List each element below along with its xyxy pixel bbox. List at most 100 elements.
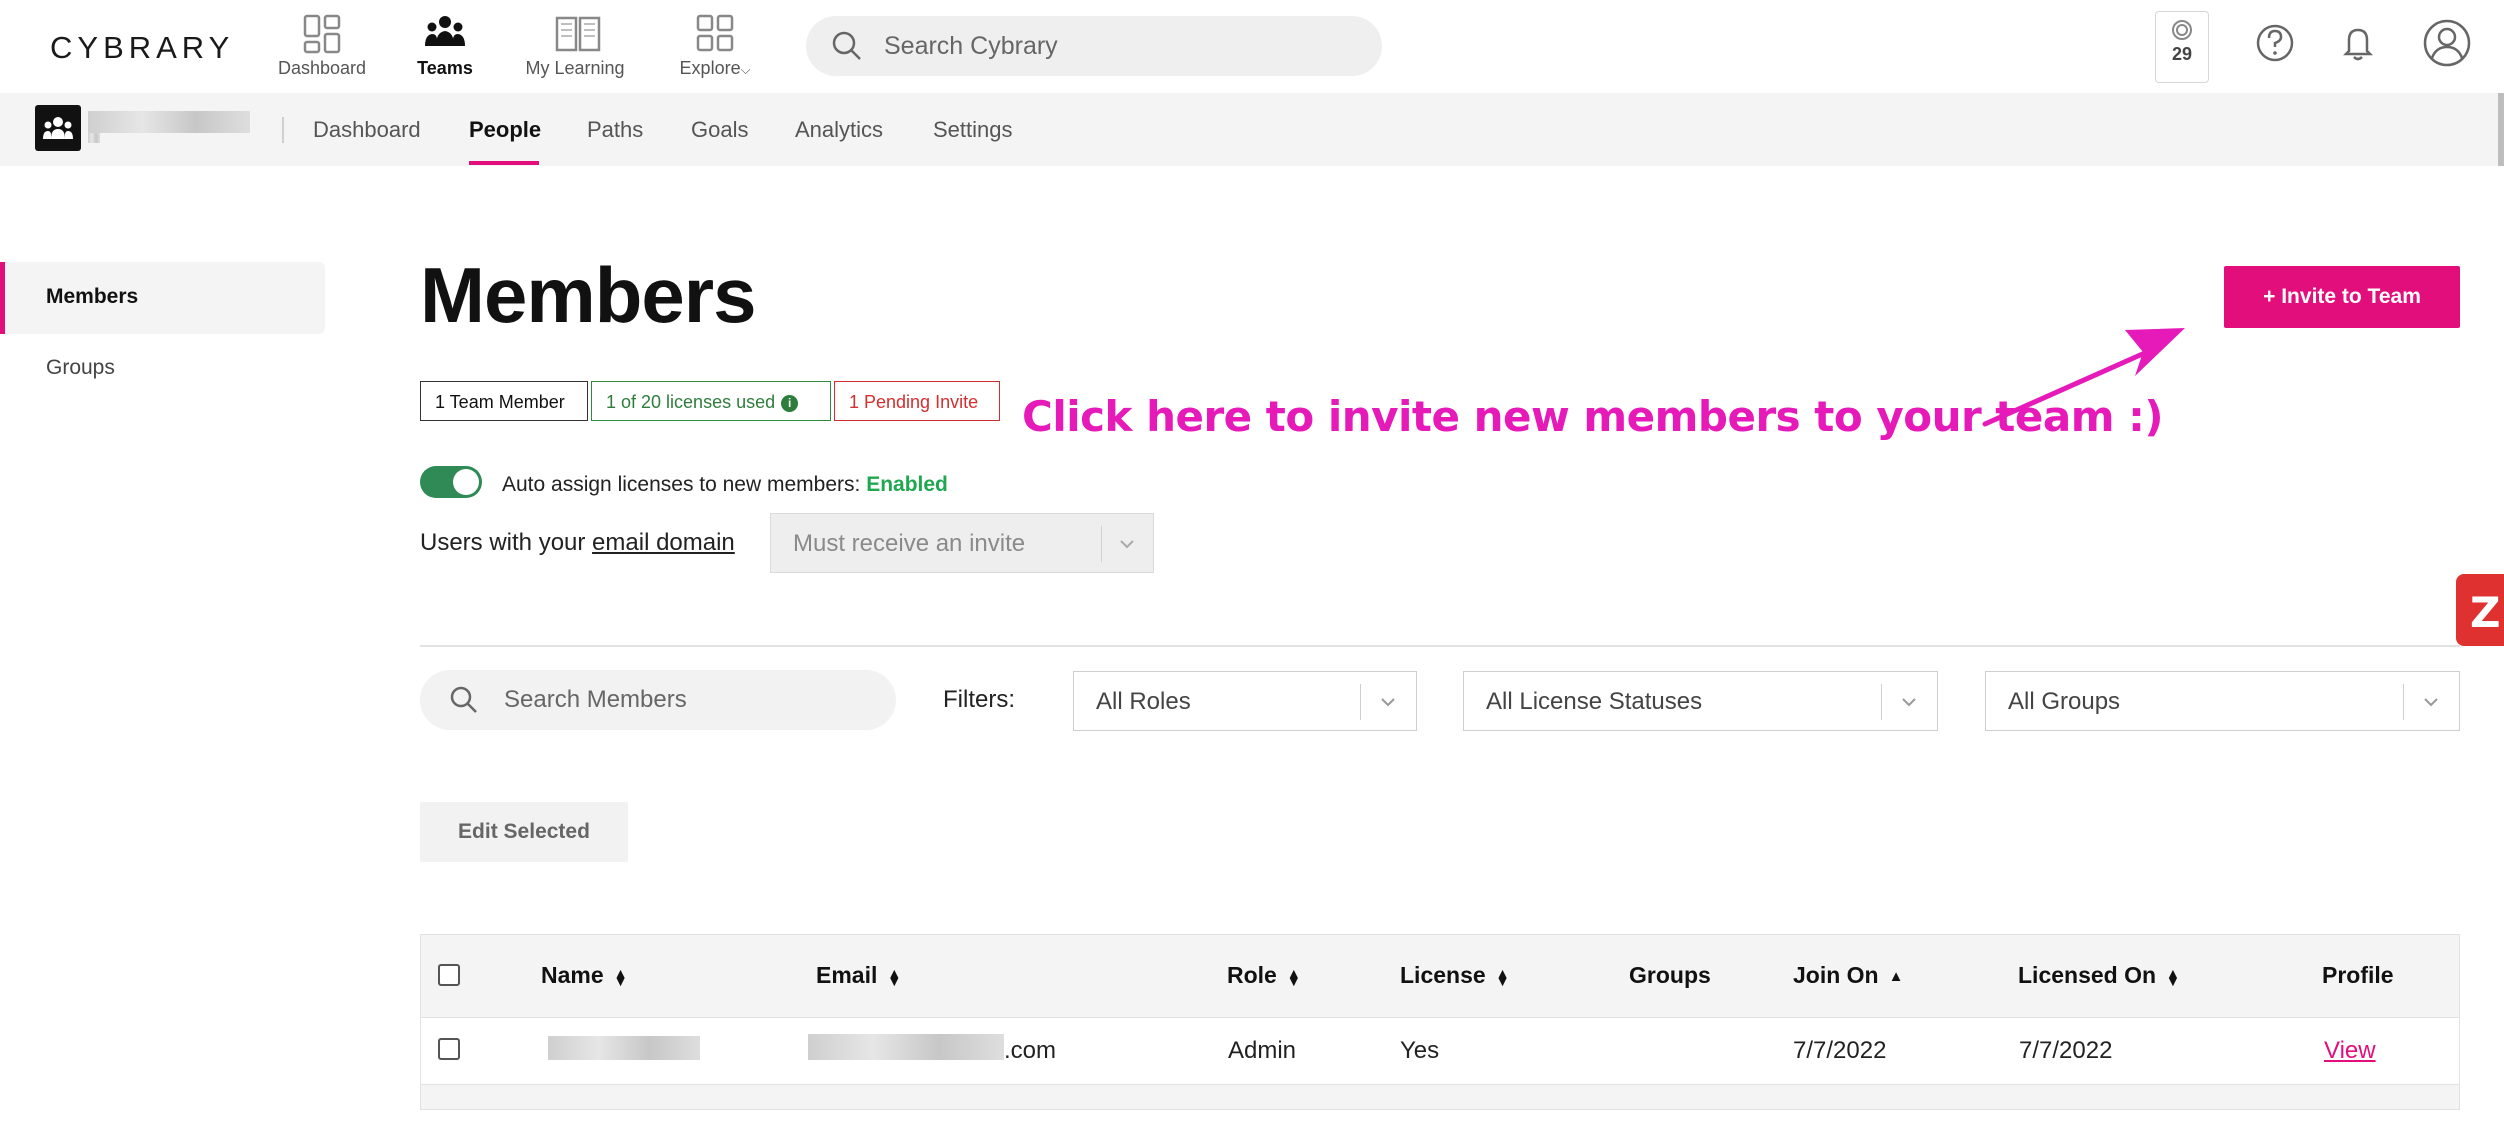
column-email-label: Email <box>816 962 878 988</box>
annotation-arrow-icon <box>1975 318 2195 430</box>
member-email-redacted <box>808 1034 1004 1060</box>
nav-my-learning-label: My Learning <box>525 58 625 78</box>
sort-ascending-icon: ▲ <box>1888 967 1904 985</box>
team-avatar-icon[interactable] <box>35 105 81 151</box>
chevron-down-icon <box>1895 688 1923 716</box>
roles-filter-select[interactable]: All Roles <box>1073 671 1417 731</box>
member-role: Admin <box>1228 1037 1297 1064</box>
column-header-role[interactable]: Role ▲ ▼ <box>1227 962 1301 989</box>
dashboard-icon <box>300 12 344 56</box>
edit-selected-button[interactable]: Edit Selected <box>420 802 628 862</box>
select-all-checkbox[interactable] <box>438 964 460 986</box>
tab-dashboard[interactable]: Dashboard <box>313 93 421 166</box>
view-profile-link[interactable]: View <box>2324 1037 2376 1064</box>
team-name-redacted <box>88 111 250 133</box>
column-license-label: License <box>1400 962 1486 988</box>
column-join-on-label: Join On <box>1793 962 1879 988</box>
nav-dashboard[interactable]: Dashboard <box>262 12 382 82</box>
nav-explore-label: Explore <box>679 58 741 78</box>
email-domain-select[interactable]: Must receive an invite <box>770 513 1154 573</box>
tab-settings[interactable]: Settings <box>933 93 1013 166</box>
groups-filter-select[interactable]: All Groups <box>1985 671 2460 731</box>
xp-icon <box>2170 18 2194 42</box>
sort-icon: ▲ ▼ <box>2166 964 2180 989</box>
licenses-used-badge: 1 of 20 licenses used i <box>591 381 831 421</box>
tab-paths[interactable]: Paths <box>587 93 643 166</box>
column-header-licensed-on[interactable]: Licensed On ▲ ▼ <box>2018 962 2180 989</box>
column-header-join-on[interactable]: Join On ▲ <box>1793 962 1903 989</box>
toggle-knob <box>453 469 479 495</box>
license-status-filter-value: All License Statuses <box>1486 688 1703 715</box>
xp-badge[interactable]: 29 <box>2155 11 2209 83</box>
roles-filter-value: All Roles <box>1096 688 1191 715</box>
column-profile-label: Profile <box>2322 962 2394 988</box>
email-domain-link[interactable]: email domain <box>592 529 735 556</box>
select-separator <box>1881 684 1882 720</box>
license-status-filter-select[interactable]: All License Statuses <box>1463 671 1938 731</box>
top-navigation-bar: CYBRARY Dashboard Teams My Learning Expl… <box>0 0 2504 93</box>
groups-filter-value: All Groups <box>2008 688 2121 715</box>
licenses-used-label: 1 of 20 licenses used <box>606 392 776 412</box>
subnav-divider <box>282 117 284 143</box>
nav-teams[interactable]: Teams <box>385 12 505 82</box>
info-icon[interactable]: i <box>781 394 799 412</box>
nav-dashboard-label: Dashboard <box>277 58 367 78</box>
user-avatar-icon[interactable] <box>2422 18 2472 68</box>
sort-icon: ▲ ▼ <box>613 964 628 989</box>
select-separator <box>1360 684 1361 720</box>
table-footer <box>420 1084 2460 1110</box>
email-domain-prefix: Users with your <box>420 529 586 556</box>
column-header-email[interactable]: Email ▲ ▼ <box>816 962 901 989</box>
member-email-suffix: .com <box>1004 1037 1057 1064</box>
cybrary-logo[interactable]: CYBRARY <box>50 30 234 66</box>
auto-assign-toggle[interactable] <box>420 466 482 498</box>
chevron-down-icon: ⌵ <box>740 62 751 77</box>
support-widget-tab[interactable]: Z <box>2456 574 2504 646</box>
select-separator <box>1101 526 1102 562</box>
sort-icon: ▲ ▼ <box>1495 964 1510 989</box>
bell-icon[interactable] <box>2333 18 2383 68</box>
table-row <box>420 1018 2460 1084</box>
auto-assign-label: Auto assign licenses to new members: <box>502 473 861 496</box>
tab-goals[interactable]: Goals <box>691 93 748 166</box>
column-name-label: Name <box>541 962 604 988</box>
select-separator <box>2403 684 2404 720</box>
page-title: Members <box>420 251 756 339</box>
member-licensed-on: 7/7/2022 <box>2019 1037 2113 1064</box>
auto-assign-status: Enabled <box>866 473 948 496</box>
email-domain-select-value: Must receive an invite <box>793 530 1026 557</box>
column-role-label: Role <box>1227 962 1277 988</box>
nav-my-learning[interactable]: My Learning <box>515 12 635 82</box>
help-icon[interactable] <box>2250 18 2300 68</box>
search-icon <box>830 29 864 63</box>
column-header-name[interactable]: Name ▲ ▼ <box>541 962 628 989</box>
team-subnav: Dashboard People Paths Goals Analytics S… <box>0 93 2504 166</box>
tab-people[interactable]: People <box>469 93 541 166</box>
column-header-license[interactable]: License ▲ ▼ <box>1400 962 1510 989</box>
invite-to-team-button[interactable]: + Invite to Team <box>2224 266 2460 328</box>
nav-explore[interactable]: Explore⌵ <box>655 12 775 82</box>
member-name-redacted <box>548 1036 700 1060</box>
member-search-input[interactable] <box>502 685 886 715</box>
tab-analytics[interactable]: Analytics <box>795 93 883 166</box>
column-licensed-on-label: Licensed On <box>2018 962 2157 988</box>
book-icon <box>553 12 601 56</box>
column-groups-label: Groups <box>1629 962 1711 988</box>
teams-icon <box>423 12 467 56</box>
sidebar-item-members-label[interactable]: Members <box>46 285 138 309</box>
active-tab-underline <box>469 161 539 165</box>
sidebar-item-groups[interactable]: Groups <box>46 356 115 380</box>
filters-label: Filters: <box>943 686 1015 713</box>
window-edge <box>2498 93 2504 166</box>
global-search-input[interactable] <box>882 30 1346 62</box>
section-divider <box>420 645 2460 647</box>
nav-teams-label: Teams <box>417 58 473 78</box>
team-member-count-badge: 1 Team Member <box>420 381 588 421</box>
chevron-down-icon <box>2417 688 2445 716</box>
pending-invite-badge[interactable]: 1 Pending Invite <box>834 381 1000 421</box>
row-checkbox[interactable] <box>438 1038 460 1060</box>
nav-explore-label-wrap: Explore⌵ <box>655 58 775 79</box>
sidebar-active-indicator <box>0 262 5 334</box>
email-domain-setting: Users with your email domain <box>420 529 735 557</box>
member-license: Yes <box>1400 1037 1440 1064</box>
